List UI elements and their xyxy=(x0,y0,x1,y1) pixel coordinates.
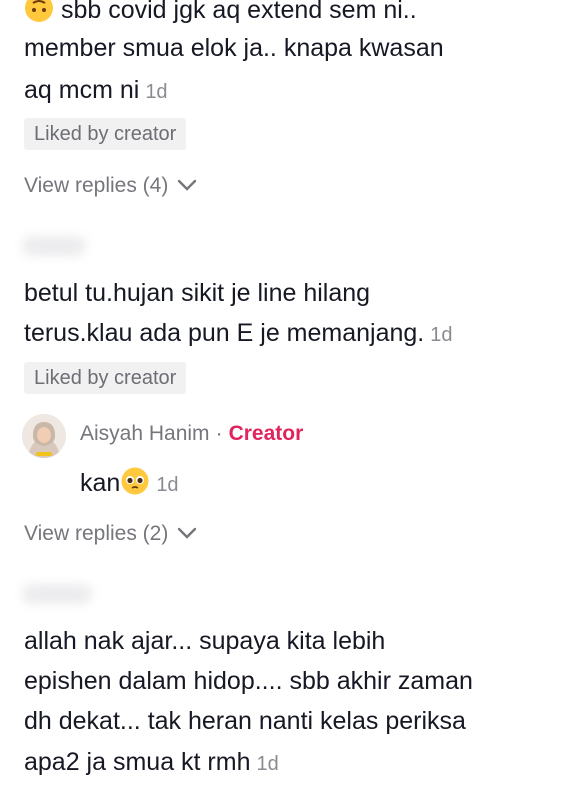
comment-2-time: 1d xyxy=(430,324,453,346)
comment-1-time: 1d xyxy=(145,81,168,103)
creator-name[interactable]: Aisyah Hanim xyxy=(80,422,210,445)
comment-3-line-1: allah nak ajar... supaya kita lebih xyxy=(24,627,386,655)
creator-name-row: Aisyah Hanim · Creator xyxy=(80,422,303,446)
comment-3-line-4: apa2 ja smua kt rmh 1d xyxy=(24,748,279,776)
comment-1-line-2: member smua elok ja.. knapa kwasan xyxy=(24,34,444,62)
comment-2-line-2: terus.klau ada pun E je memanjang. 1d xyxy=(24,319,453,347)
comment-1-line-3: aq mcm ni 1d xyxy=(24,76,168,104)
creator-badge: Creator xyxy=(228,422,304,445)
comment-1-line-1: sbb covid jgk aq extend sem ni.. xyxy=(24,0,417,32)
liked-by-creator-badge: Liked by creator xyxy=(24,118,187,150)
chevron-down-icon xyxy=(176,522,198,546)
creator-reply-text: kan 1d xyxy=(80,466,179,505)
blurred-username xyxy=(22,236,86,256)
avatar[interactable] xyxy=(22,414,66,458)
comment-3-line-2: epishen dalam hidop.... sbb akhir zaman xyxy=(24,667,473,695)
view-replies-button[interactable]: View replies (4) xyxy=(24,174,198,198)
comment-3-line-3: dh dekat... tak heran nanti kelas periks… xyxy=(24,707,466,735)
comment-3-time: 1d xyxy=(256,753,279,775)
chevron-down-icon xyxy=(176,174,198,198)
blurred-username xyxy=(22,584,92,604)
view-replies-button[interactable]: View replies (2) xyxy=(24,522,198,546)
upside-down-face-icon xyxy=(24,0,54,32)
comment-2-line-1: betul tu.hujan sikit je line hilang xyxy=(24,279,371,307)
pleading-face-icon xyxy=(120,466,150,505)
creator-reply-time: 1d xyxy=(156,474,179,496)
separator-dot: · xyxy=(215,422,223,445)
liked-by-creator-badge: Liked by creator xyxy=(24,362,187,394)
